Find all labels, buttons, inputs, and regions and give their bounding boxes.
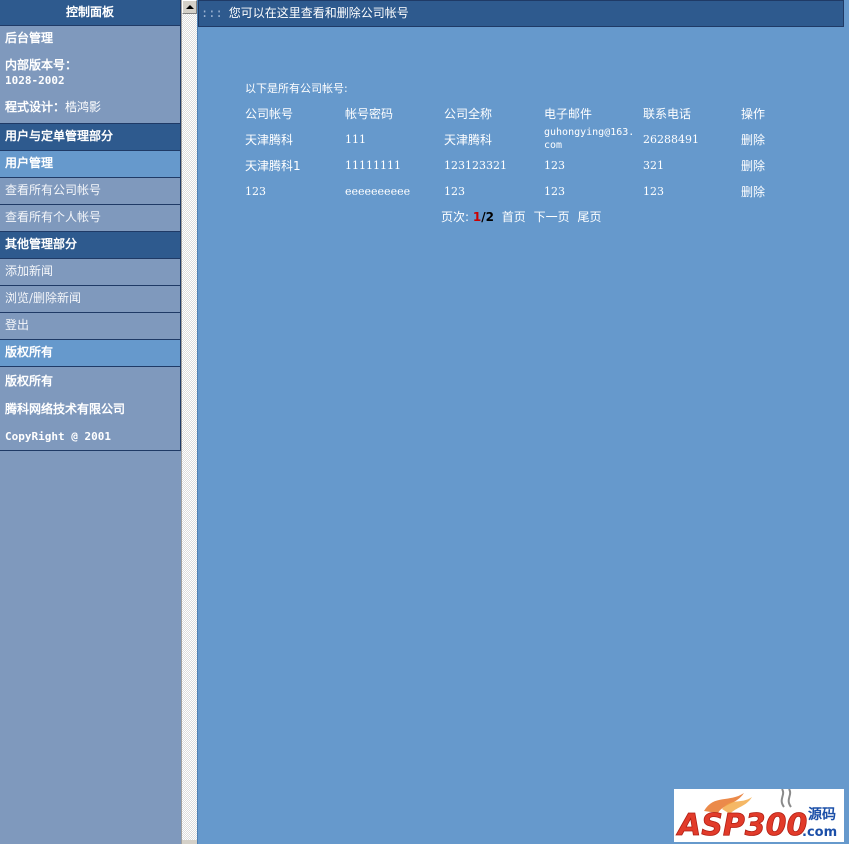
vertical-scrollbar[interactable] [181, 0, 197, 844]
cell-password: 111 [345, 132, 366, 146]
cell-fullname: 天津腾科 [444, 132, 493, 147]
page-label: 页次: [441, 210, 470, 224]
cell-password: eeeeeeeeee [345, 184, 411, 198]
cell-email: 123 [544, 158, 565, 172]
copyright-label: 版权所有 [5, 374, 54, 388]
backend-label: 后台管理 [5, 31, 54, 45]
logo-domain: .com [802, 825, 837, 840]
cell-account: 天津腾科 [245, 132, 294, 147]
delete-link[interactable]: 删除 [741, 126, 801, 152]
header-text: 您可以在这里查看和删除公司帐号 [228, 6, 409, 20]
copyright-block: 版权所有 腾科网络技术有限公司 CopyRight @ 2001 [0, 367, 181, 451]
total-pages: /2 [481, 210, 494, 224]
designer-name: 梏鸿影 [65, 100, 102, 114]
cell-email: guhongying@163.com [544, 127, 635, 151]
designer-label: 程式设计： [5, 100, 66, 114]
table-row: 天津腾科 111 天津腾科 guhongying@163.com 2628849… [245, 126, 801, 152]
backend-info: 后台管理 内部版本号： 1028-2002 程式设计：梏鸿影 [0, 26, 181, 124]
cell-fullname: 123123321 [444, 158, 507, 172]
cell-phone: 123 [643, 184, 664, 198]
table-row: 天津腾科1 11111111 123123321 123 321 删除 [245, 152, 801, 178]
pagination: 页次: 1/2 首页 下一页 尾页 [441, 208, 602, 225]
col-action: 操作 [741, 106, 766, 121]
col-email: 电子邮件 [544, 106, 593, 121]
browse-delete-news-link[interactable]: 浏览/删除新闻 [0, 286, 181, 313]
scroll-down-stub[interactable] [182, 840, 197, 844]
frame-divider [197, 0, 198, 844]
logo-text: ASP300 [676, 808, 807, 842]
cell-phone: 321 [643, 158, 664, 172]
scroll-up-button[interactable] [182, 0, 197, 14]
delete-link[interactable]: 删除 [741, 178, 801, 204]
next-page-link[interactable]: 下一页 [534, 210, 570, 224]
user-management-header[interactable]: 用户管理 [0, 151, 181, 178]
cell-account: 天津腾科1 [245, 158, 301, 173]
section-other: 其他管理部分 [0, 232, 181, 259]
main-content: 以下是所有公司帐号: 公司帐号 帐号密码 公司全称 电子邮件 联系电话 操作 天… [245, 80, 801, 204]
logo-suffix: 源码 [808, 806, 836, 823]
col-company-account: 公司帐号 [245, 106, 294, 121]
logout-link[interactable]: 登出 [0, 313, 181, 340]
cell-account: 123 [245, 184, 266, 198]
table-row: 123 eeeeeeeeee 123 123 123 删除 [245, 178, 801, 204]
cell-password: 11111111 [345, 158, 401, 172]
cell-fullname: 123 [444, 184, 465, 198]
cell-email: 123 [544, 184, 565, 198]
view-personal-accounts-link[interactable]: 查看所有个人帐号 [0, 205, 181, 232]
logo-graphic: ASP300 源码 .com [676, 789, 837, 842]
last-page-link[interactable]: 尾页 [577, 210, 601, 224]
first-page-link[interactable]: 首页 [502, 210, 526, 224]
asp300-logo: ASP300 源码 .com [674, 789, 844, 842]
header-dots: ::: [201, 6, 223, 20]
copyright-en: CopyRight @ 2001 [5, 430, 111, 443]
col-company-fullname: 公司全称 [444, 106, 493, 121]
col-password: 帐号密码 [345, 106, 394, 121]
company-name: 腾科网络技术有限公司 [5, 402, 126, 416]
cell-phone: 26288491 [643, 132, 699, 146]
add-news-link[interactable]: 添加新闻 [0, 259, 181, 286]
panel-title: 控制面板 [0, 0, 181, 26]
left-frame: 控制面板 后台管理 内部版本号： 1028-2002 程式设计：梏鸿影 用户与定… [0, 0, 181, 844]
delete-link[interactable]: 删除 [741, 152, 801, 178]
col-phone: 联系电话 [643, 106, 692, 121]
company-accounts-table: 公司帐号 帐号密码 公司全称 电子邮件 联系电话 操作 天津腾科 111 天津腾… [245, 100, 801, 204]
current-page: 1 [472, 210, 482, 224]
sidebar-menu: 控制面板 后台管理 内部版本号： 1028-2002 程式设计：梏鸿影 用户与定… [0, 0, 181, 451]
version-value: 1028-2002 [5, 74, 65, 87]
table-header-row: 公司帐号 帐号密码 公司全称 电子邮件 联系电话 操作 [245, 100, 801, 126]
view-company-accounts-link[interactable]: 查看所有公司帐号 [0, 178, 181, 205]
intro-text: 以下是所有公司帐号: [245, 82, 348, 95]
page-header-bar: ::: 您可以在这里查看和删除公司帐号 [198, 0, 844, 27]
copyright-header: 版权所有 [0, 340, 181, 367]
version-label: 内部版本号： [5, 58, 78, 72]
section-user-order: 用户与定单管理部分 [0, 124, 181, 151]
